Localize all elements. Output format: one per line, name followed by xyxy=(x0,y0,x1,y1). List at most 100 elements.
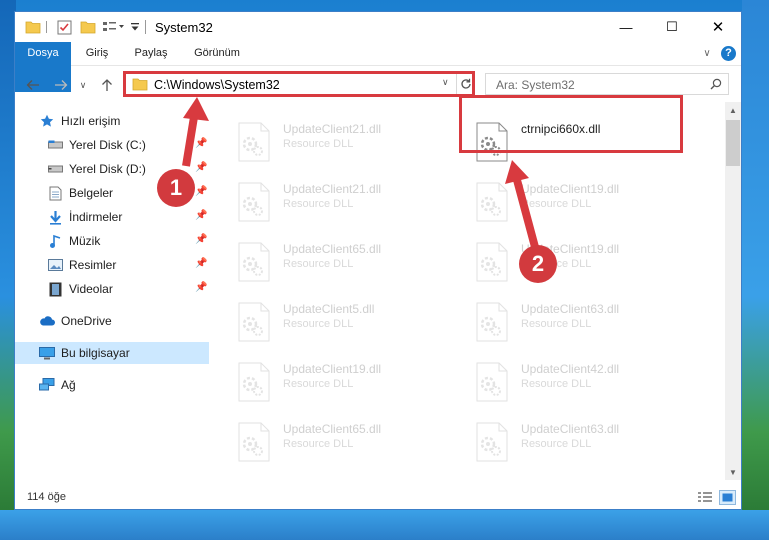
file-item[interactable]: UpdateClient19.dllResource DLL xyxy=(449,236,679,286)
sidebar-item-quick-access[interactable]: Hızlı erişim xyxy=(15,110,209,132)
file-name: UpdateClient21.dll xyxy=(283,182,382,196)
file-type: Resource DLL xyxy=(521,318,592,330)
file-item[interactable]: UpdateClient42.dll Resource DLL xyxy=(449,356,679,406)
videos-icon xyxy=(47,281,63,297)
file-type: Resource DLL xyxy=(521,438,592,450)
back-arrow-icon xyxy=(26,80,39,90)
dll-file-icon xyxy=(475,242,509,282)
customize-quick-access-icon[interactable] xyxy=(101,18,127,36)
file-type: Resource DLL xyxy=(283,138,354,150)
scroll-down-arrow-icon[interactable]: ▼ xyxy=(725,464,741,480)
title-separator xyxy=(145,20,146,34)
status-bar: 114 öğe xyxy=(15,487,741,509)
explorer-window: System32 — ☐ ✕ Dosya Giriş Paylaş Görünü… xyxy=(14,11,742,510)
file-name: UpdateClient65.dll xyxy=(283,422,382,436)
step-1-badge: 1 xyxy=(157,169,195,207)
sidebar-item-label: Yerel Disk (D:) xyxy=(69,162,146,176)
star-icon xyxy=(39,113,55,129)
download-icon xyxy=(47,209,63,225)
file-name: UpdateClient63.dll xyxy=(521,422,620,436)
dll-file-icon xyxy=(237,242,271,282)
file-item[interactable]: UpdateClient19.dllResource DLL xyxy=(449,176,679,226)
item-count: 114 öğe xyxy=(27,491,66,503)
sidebar-item-videos[interactable]: Videolar 📌 xyxy=(15,278,209,300)
vertical-scrollbar[interactable]: ▲ ▼ xyxy=(725,102,741,480)
sidebar-item-local-disk-c[interactable]: Yerel Disk (C:) 📌 xyxy=(15,134,209,156)
search-icon[interactable] xyxy=(710,78,722,93)
title-bar: System32 — ☐ ✕ xyxy=(15,12,741,42)
sidebar-item-label: Bu bilgisayar xyxy=(61,346,130,360)
drive-icon xyxy=(47,137,63,153)
forward-button[interactable] xyxy=(51,75,71,95)
file-type: Resource DLL xyxy=(283,318,354,330)
address-bar-highlight xyxy=(123,71,475,97)
sidebar-item-network[interactable]: Ağ xyxy=(15,374,209,396)
back-button[interactable] xyxy=(23,75,43,95)
new-folder-icon[interactable] xyxy=(79,18,97,36)
dropdown-arrow-icon[interactable] xyxy=(129,18,141,36)
pin-icon[interactable]: 📌 xyxy=(195,258,207,269)
sidebar-item-label: Belgeler xyxy=(69,186,114,200)
pictures-icon xyxy=(47,257,63,273)
pin-icon[interactable]: 📌 xyxy=(195,282,207,293)
documents-icon xyxy=(47,185,63,201)
file-name: UpdateClient65.dll xyxy=(283,242,382,256)
sidebar-item-music[interactable]: Müzik 📌 xyxy=(15,230,209,252)
sidebar-item-label: Ağ xyxy=(61,378,76,392)
file-type: Resource DLL xyxy=(283,438,354,450)
up-arrow-icon xyxy=(102,79,112,91)
close-button[interactable]: ✕ xyxy=(695,12,741,42)
sidebar-item-label: OneDrive xyxy=(61,314,112,328)
file-item[interactable]: UpdateClient63.dll Resource DLL xyxy=(449,296,679,346)
file-type: Resource DLL xyxy=(283,198,354,210)
file-item[interactable]: UpdateClient65.dll Resource DLL xyxy=(211,416,441,466)
dll-file-icon xyxy=(475,362,509,402)
pin-icon[interactable]: 📌 xyxy=(195,234,207,245)
dll-file-icon xyxy=(475,182,509,222)
tab-share[interactable]: Paylaş xyxy=(127,42,175,65)
recent-locations-chevron-icon[interactable]: ∨ xyxy=(77,75,89,95)
scroll-up-arrow-icon[interactable]: ▲ xyxy=(725,102,741,118)
computer-icon xyxy=(39,345,55,361)
pin-icon[interactable]: 📌 xyxy=(195,210,207,221)
file-item[interactable]: UpdateClient19.dllResource DLL xyxy=(211,356,441,406)
expand-ribbon-icon[interactable]: ∨ xyxy=(699,42,715,65)
music-icon xyxy=(47,233,63,249)
search-input[interactable]: Ara: System32 xyxy=(496,78,575,92)
file-name: UpdateClient5.dll xyxy=(283,302,375,316)
dll-file-icon xyxy=(237,182,271,222)
pin-icon[interactable]: 📌 xyxy=(195,138,207,149)
forward-arrow-icon xyxy=(55,80,68,90)
sidebar-item-downloads[interactable]: İndirmeler 📌 xyxy=(15,206,209,228)
file-name: UpdateClient19.dll xyxy=(283,362,382,376)
pin-icon[interactable]: 📌 xyxy=(195,162,207,173)
file-item[interactable]: UpdateClient21.dll Resource DLL xyxy=(211,176,441,226)
up-button[interactable] xyxy=(97,75,117,95)
target-file-highlight xyxy=(459,95,683,153)
cloud-icon xyxy=(39,313,55,329)
sidebar-item-label: İndirmeler xyxy=(69,210,123,224)
search-box[interactable]: Ara: System32 xyxy=(485,73,729,95)
file-type: Resource DLL xyxy=(521,378,592,390)
dll-file-icon xyxy=(237,302,271,342)
file-item[interactable]: UpdateClient21.dll Resource DLL xyxy=(211,116,441,166)
large-icons-view-icon[interactable] xyxy=(719,490,736,505)
file-item[interactable]: UpdateClient5.dll Resource DLL xyxy=(211,296,441,346)
scroll-thumb[interactable] xyxy=(726,120,740,166)
minimize-button[interactable]: — xyxy=(603,12,649,42)
file-item[interactable]: UpdateClient65.dll Resource DLL xyxy=(211,236,441,286)
file-name: UpdateClient19.dll xyxy=(521,182,620,196)
properties-icon[interactable] xyxy=(55,18,73,36)
details-view-icon[interactable] xyxy=(697,491,713,506)
sidebar-item-pictures[interactable]: Resimler 📌 xyxy=(15,254,209,276)
sidebar-item-this-pc[interactable]: Bu bilgisayar xyxy=(15,342,209,364)
sidebar-item-label: Müzik xyxy=(69,234,101,248)
tab-view[interactable]: Görünüm xyxy=(187,42,247,65)
file-item[interactable]: UpdateClient63.dll Resource DLL xyxy=(449,416,679,466)
sidebar-item-onedrive[interactable]: OneDrive xyxy=(15,310,209,332)
help-button[interactable]: ? xyxy=(721,42,737,65)
maximize-button[interactable]: ☐ xyxy=(649,12,695,42)
sidebar-item-label: Videolar xyxy=(69,282,113,296)
pin-icon[interactable]: 📌 xyxy=(195,186,207,197)
tab-home[interactable]: Giriş xyxy=(77,42,117,65)
